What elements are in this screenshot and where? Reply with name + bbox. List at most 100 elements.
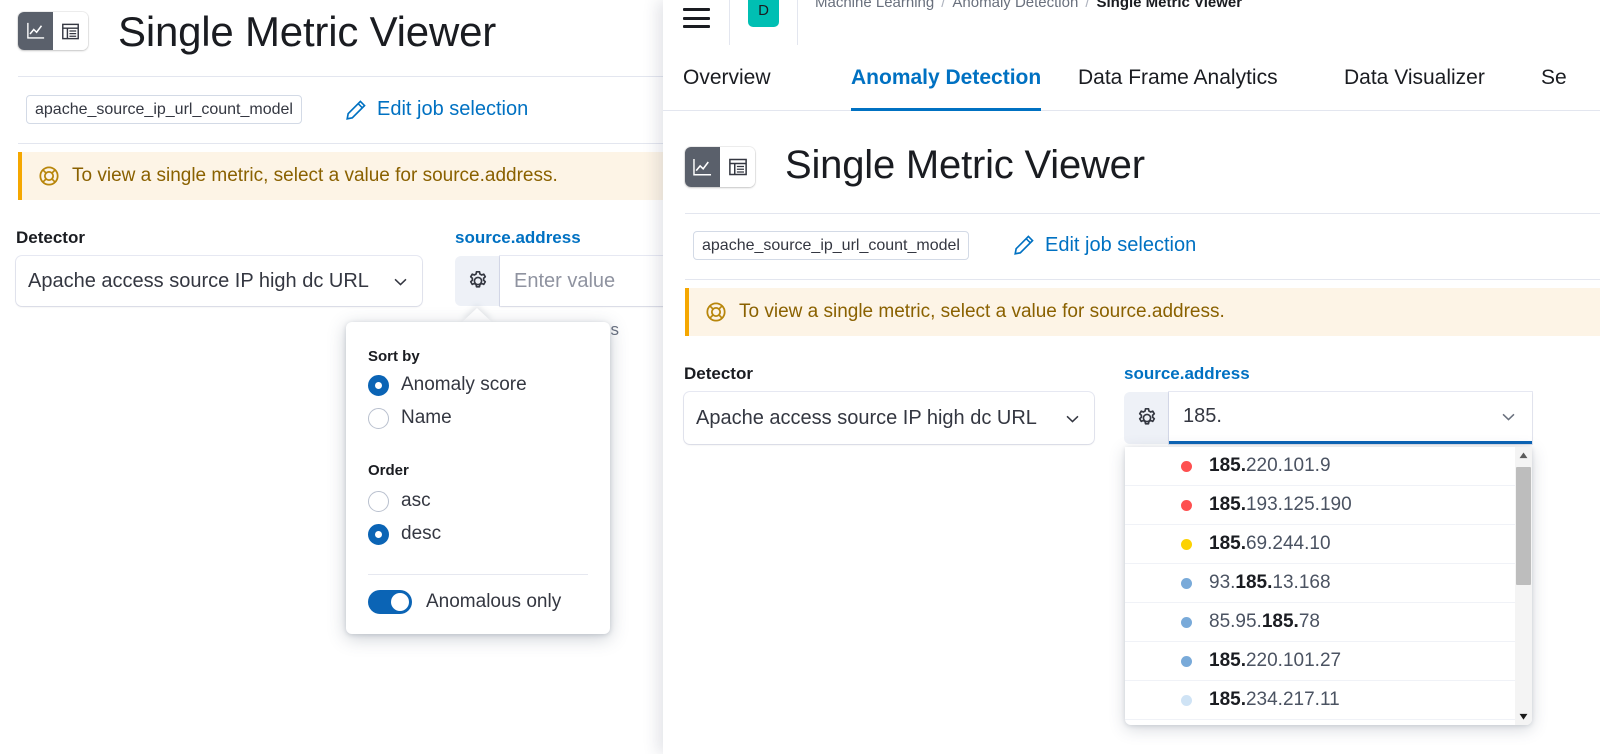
sort-settings-popover: Sort by Anomaly score Name Order asc des… — [346, 322, 610, 634]
breadcrumb: Machine Learning / Anomaly Detection / S… — [815, 0, 1242, 11]
tab-anomaly-detection[interactable]: Anomaly Detection — [851, 45, 1041, 111]
severity-dot-critical — [1181, 500, 1192, 511]
triangle-up-icon — [1519, 452, 1528, 459]
radio-desc[interactable] — [368, 524, 389, 545]
breadcrumb-item-anomaly-detection[interactable]: Anomaly Detection — [952, 0, 1078, 11]
sort-option-name[interactable]: Name — [368, 407, 452, 429]
option-label: 185.234.217.11 — [1209, 689, 1340, 711]
chevron-down-icon — [1063, 409, 1082, 428]
tab-settings[interactable]: Se — [1541, 45, 1567, 111]
view-toggle-group[interactable] — [685, 147, 755, 187]
chart-view-button[interactable] — [685, 147, 720, 187]
list-item[interactable]: 93.185.13.168 — [1125, 564, 1532, 603]
entity-value-placeholder: Enter value — [514, 270, 615, 293]
divider — [729, 0, 730, 45]
gear-icon — [1136, 407, 1158, 429]
dropdown-scrollbar[interactable] — [1515, 447, 1532, 725]
list-item[interactable]: 185.69.244.10 — [1125, 525, 1532, 564]
divider — [18, 76, 680, 77]
entity-field-label: source.address — [1124, 364, 1250, 384]
callout-message: To view a single metric, select a value … — [72, 165, 558, 187]
job-id-chip[interactable]: apache_source_ip_url_count_model — [693, 231, 969, 260]
detector-value: Apache access source IP high dc URL — [696, 407, 1037, 430]
breadcrumb-separator: / — [941, 0, 945, 11]
space-badge[interactable]: D — [748, 0, 779, 27]
sort-by-heading: Sort by — [368, 348, 420, 365]
info-callout: To view a single metric, select a value … — [685, 288, 1600, 336]
triangle-down-icon — [1519, 713, 1528, 720]
job-id-chip[interactable]: apache_source_ip_url_count_model — [26, 95, 302, 124]
edit-job-selection-link[interactable]: Edit job selection — [1045, 234, 1196, 257]
table-view-button[interactable] — [53, 12, 88, 50]
detector-label: Detector — [684, 364, 753, 384]
entity-value-input[interactable]: 185. — [1169, 392, 1532, 444]
breadcrumb-item-current: Single Metric Viewer — [1097, 0, 1243, 11]
divider — [685, 213, 1600, 214]
entity-options-dropdown[interactable]: 185.220.101.9 185.193.125.190 185.69.244… — [1125, 447, 1532, 725]
breadcrumb-item-machine-learning[interactable]: Machine Learning — [815, 0, 934, 11]
table-icon — [61, 22, 80, 41]
radio-anomaly-score[interactable] — [368, 375, 389, 396]
divider — [18, 143, 680, 144]
entity-value-input[interactable]: Enter value — [500, 256, 690, 306]
gear-icon — [467, 270, 489, 292]
chart-view-button[interactable] — [18, 12, 53, 50]
order-option-label: desc — [401, 523, 441, 545]
view-toggle-group[interactable] — [18, 12, 88, 50]
page-title: Single Metric Viewer — [785, 143, 1145, 188]
list-item[interactable]: 185.234.217.11 — [1125, 681, 1532, 720]
help-ring-icon — [705, 301, 727, 323]
anomalous-only-switch[interactable] — [368, 590, 412, 614]
detector-select[interactable]: Apache access source IP high dc URL — [684, 392, 1094, 444]
list-item[interactable]: 185.220.101.9 — [1125, 447, 1532, 486]
scroll-down-arrow-icon[interactable] — [1515, 708, 1532, 725]
detector-value: Apache access source IP high dc URL — [28, 270, 369, 293]
severity-dot-critical — [1181, 461, 1192, 472]
anomalous-only-toggle-row[interactable]: Anomalous only — [368, 590, 561, 614]
chevron-down-icon[interactable] — [1499, 407, 1518, 426]
table-icon — [728, 157, 748, 177]
tab-overview[interactable]: Overview — [683, 45, 771, 111]
order-option-asc[interactable]: asc — [368, 490, 431, 512]
severity-dot-warning — [1181, 656, 1192, 667]
scrollbar-thumb[interactable] — [1516, 467, 1531, 585]
order-option-desc[interactable]: desc — [368, 523, 441, 545]
entity-config-button[interactable] — [455, 256, 500, 306]
option-label: 185.69.244.10 — [1209, 533, 1331, 555]
line-chart-icon — [692, 157, 713, 178]
divider — [685, 279, 1600, 280]
detector-select[interactable]: Apache access source IP high dc URL — [16, 256, 422, 306]
detector-label: Detector — [16, 228, 85, 248]
hamburger-menu-icon[interactable] — [683, 8, 710, 28]
sort-option-label: Name — [401, 407, 452, 429]
entity-config-button[interactable] — [1124, 392, 1169, 444]
line-chart-icon — [26, 21, 46, 41]
pencil-icon — [345, 99, 367, 121]
radio-name[interactable] — [368, 408, 389, 429]
severity-dot-major — [1181, 539, 1192, 550]
tab-data-visualizer[interactable]: Data Visualizer — [1344, 45, 1485, 111]
list-item[interactable]: 85.95.185.78 — [1125, 603, 1532, 642]
anomalous-only-label: Anomalous only — [426, 591, 561, 613]
entity-field-label: source.address — [455, 228, 581, 248]
background-window: Single Metric Viewer apache_source_ip_ur… — [0, 0, 680, 754]
page-title: Single Metric Viewer — [118, 8, 496, 56]
popover-divider — [368, 574, 588, 575]
scroll-up-arrow-icon[interactable] — [1515, 447, 1532, 464]
sort-option-anomaly-score[interactable]: Anomaly score — [368, 374, 527, 396]
edit-job-selection-link[interactable]: Edit job selection — [377, 98, 528, 121]
chevron-down-icon — [391, 272, 410, 291]
option-label: 85.95.185.78 — [1209, 611, 1320, 633]
main-tabs-bar: Overview Anomaly Detection Data Frame An… — [663, 45, 1600, 111]
divider — [797, 0, 798, 45]
breadcrumb-separator: / — [1085, 0, 1089, 11]
table-view-button[interactable] — [720, 147, 755, 187]
tab-data-frame-analytics[interactable]: Data Frame Analytics — [1078, 45, 1278, 111]
order-heading: Order — [368, 462, 409, 479]
list-item[interactable]: 185.220.101.27 — [1125, 642, 1532, 681]
option-label: 185.220.101.9 — [1209, 455, 1331, 477]
sort-option-label: Anomaly score — [401, 374, 527, 396]
radio-asc[interactable] — [368, 491, 389, 512]
list-item[interactable]: 185.193.125.190 — [1125, 486, 1532, 525]
option-label: 93.185.13.168 — [1209, 572, 1331, 594]
